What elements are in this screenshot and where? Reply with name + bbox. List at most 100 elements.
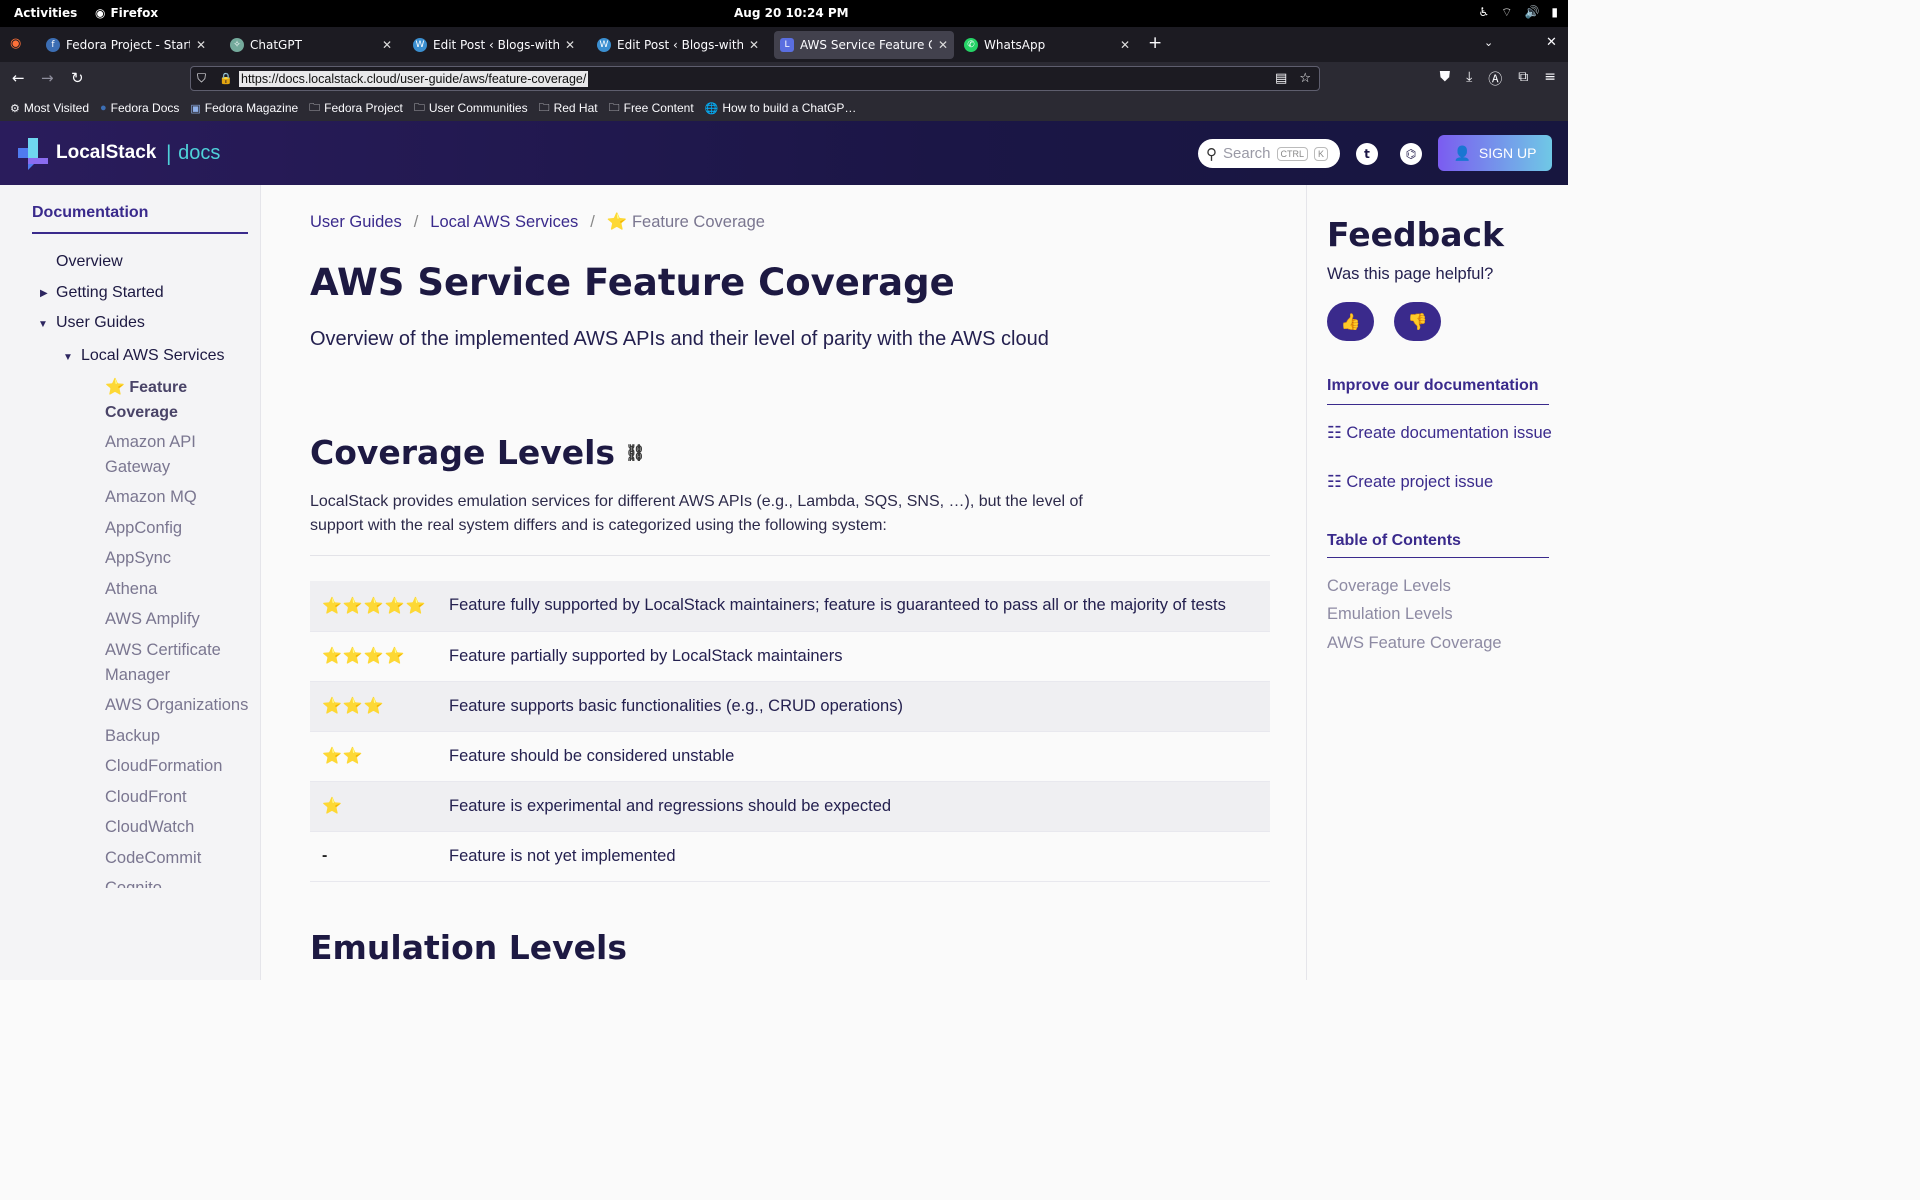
sidebar-item-cloudfront[interactable]: CloudFront — [105, 785, 187, 810]
firefox-view-icon[interactable]: ◉ — [10, 36, 21, 51]
app-menu[interactable]: ◉ Firefox — [95, 6, 158, 20]
caret-down-icon[interactable]: ▼ — [63, 352, 73, 363]
extensions-icon[interactable]: ⧉ — [1518, 69, 1528, 89]
tab-title: Fedora Project - Start Pag — [66, 38, 190, 52]
sidebar-item-athena[interactable]: Athena — [105, 577, 157, 602]
tab-whatsapp[interactable]: ✆ WhatsApp ✕ — [958, 31, 1136, 59]
site-header: LocalStack | docs ⚲ Search CTRL K t ⌬ 👤 … — [0, 121, 1568, 185]
url-bar[interactable]: ⛉ 🔒 https://docs.localstack.cloud/user-g… — [190, 66, 1320, 91]
localstack-logo[interactable]: LocalStack | docs — [16, 136, 220, 170]
wifi-icon[interactable]: ⌔ — [1501, 5, 1512, 20]
docs-sidebar: Documentation Overview ▶ Getting Started… — [0, 185, 261, 980]
toc-item-aws-feature-coverage[interactable]: AWS Feature Coverage — [1327, 634, 1502, 653]
new-tab-icon[interactable]: + — [1148, 33, 1162, 53]
tab-chatgpt[interactable]: ✧ ChatGPT ✕ — [224, 31, 398, 59]
downloads-icon[interactable]: ⤓ — [1466, 69, 1472, 89]
menu-icon[interactable]: ≡ — [1544, 69, 1556, 89]
folder-icon: 🗀 — [309, 101, 321, 114]
system-tray[interactable]: ♿ ⌔ 🔊 ▮ — [1478, 5, 1558, 20]
sidebar-item-backup[interactable]: Backup — [105, 724, 160, 749]
close-tab-icon[interactable]: ✕ — [382, 38, 392, 52]
tab-fedora[interactable]: f Fedora Project - Start Pag ✕ — [40, 31, 212, 59]
sidebar-item-api-gateway[interactable]: Amazon API Gateway — [105, 430, 235, 480]
right-panel: Feedback Was this page helpful? 👍 👎 Impr… — [1306, 185, 1568, 980]
account-icon[interactable]: Ⓐ — [1488, 69, 1502, 89]
reader-view-icon[interactable]: ▤ — [1275, 71, 1287, 86]
sidebar-item-overview[interactable]: Overview — [56, 249, 123, 274]
sidebar-item-codecommit[interactable]: CodeCommit — [105, 846, 201, 871]
twitter-icon[interactable]: t — [1356, 143, 1378, 165]
bookmark-red-hat[interactable]: 🗀 Red Hat — [539, 99, 598, 118]
sidebar-item-aws-organizations[interactable]: AWS Organizations — [105, 693, 248, 718]
system-top-bar: Activities ◉ Firefox Aug 20 10:24 PM ♿ ⌔ … — [0, 0, 1568, 27]
accessibility-icon[interactable]: ♿ — [1478, 5, 1489, 20]
clock[interactable]: Aug 20 10:24 PM — [734, 6, 849, 20]
bookmark-fedora-project[interactable]: 🗀 Fedora Project — [309, 99, 403, 118]
bookmark-user-communities[interactable]: 🗀 User Communities — [414, 99, 528, 118]
pocket-icon[interactable]: ⛊ — [1440, 69, 1451, 89]
toc-item-emulation-levels[interactable]: Emulation Levels — [1327, 605, 1453, 624]
bookmark-chatgpt-guide[interactable]: 🌐 How to build a ChatGP… — [705, 101, 857, 115]
close-tab-icon[interactable]: ✕ — [196, 38, 206, 52]
activities-button[interactable]: Activities — [14, 6, 77, 20]
sidebar-item-local-aws-services[interactable]: Local AWS Services — [81, 343, 224, 368]
tab-edit-post-1[interactable]: W Edit Post ‹ Blogs-with-Ac ✕ — [407, 31, 581, 59]
sidebar-item-cognito[interactable]: Cognito — [105, 876, 162, 888]
sidebar-item-amazon-mq[interactable]: Amazon MQ — [105, 485, 197, 510]
sidebar-item-cloudformation[interactable]: CloudFormation — [105, 754, 222, 779]
checklist-icon: ☷ — [1327, 424, 1342, 442]
sidebar-item-aws-amplify[interactable]: AWS Amplify — [105, 607, 200, 632]
close-tab-icon[interactable]: ✕ — [749, 38, 759, 52]
lock-icon[interactable]: 🔒 — [219, 72, 233, 85]
sign-up-button[interactable]: 👤 SIGN UP — [1438, 135, 1552, 171]
tab-title: AWS Service Feature Cove — [800, 38, 932, 52]
sidebar-item-feature-coverage[interactable]: ⭐ Feature Coverage — [105, 375, 245, 425]
thumbs-down-button[interactable]: 👎 — [1394, 302, 1441, 341]
tab-aws-feature-coverage[interactable]: L AWS Service Feature Cove ✕ — [774, 31, 954, 59]
wordpress-icon: W — [597, 38, 611, 52]
level-description: Feature fully supported by LocalStack ma… — [449, 581, 1270, 632]
close-tab-icon[interactable]: ✕ — [1120, 38, 1130, 52]
thumbs-up-button[interactable]: 👍 — [1327, 302, 1374, 341]
bookmark-star-icon[interactable]: ☆ — [1299, 71, 1311, 86]
battery-icon[interactable]: ▮ — [1551, 5, 1558, 20]
sidebar-item-cloudwatch[interactable]: CloudWatch — [105, 815, 194, 840]
breadcrumb-user-guides[interactable]: User Guides — [310, 213, 402, 232]
star-rating: - — [310, 831, 449, 882]
user-icon: 👤 — [1453, 144, 1471, 161]
sidebar-item-aws-certificate-manager[interactable]: AWS Certificate Manager — [105, 638, 235, 688]
chatgpt-icon: ✧ — [230, 38, 244, 52]
bookmark-free-content[interactable]: 🗀 Free Content — [609, 99, 694, 118]
volume-icon[interactable]: 🔊 — [1524, 5, 1539, 20]
create-doc-issue-link[interactable]: ☷ Create documentation issue — [1327, 421, 1552, 446]
close-tab-icon[interactable]: ✕ — [938, 38, 948, 52]
reload-icon[interactable]: ↻ — [71, 69, 84, 87]
caret-down-icon[interactable]: ▼ — [38, 319, 48, 330]
bookmark-fedora-docs[interactable]: ● Fedora Docs — [100, 101, 179, 115]
github-icon[interactable]: ⌬ — [1400, 143, 1422, 165]
close-tab-icon[interactable]: ✕ — [565, 38, 575, 52]
close-window-icon[interactable]: ✕ — [1546, 35, 1557, 50]
sidebar-item-appsync[interactable]: AppSync — [105, 546, 171, 571]
tab-edit-post-2[interactable]: W Edit Post ‹ Blogs-with-Ac ✕ — [591, 31, 765, 59]
sidebar-item-user-guides[interactable]: User Guides — [56, 310, 145, 335]
breadcrumb-local-aws-services[interactable]: Local AWS Services — [430, 213, 578, 232]
shield-icon[interactable]: ⛉ — [197, 71, 206, 86]
brand-divider: | — [165, 141, 173, 165]
anchor-link-icon[interactable]: ⛓ — [625, 443, 645, 462]
search-input[interactable]: ⚲ Search CTRL K — [1198, 139, 1340, 168]
sidebar-item-getting-started[interactable]: Getting Started — [56, 280, 164, 305]
app-name: Firefox — [110, 6, 159, 20]
bookmark-most-visited[interactable]: ⚙ Most Visited — [10, 101, 89, 115]
sidebar-title[interactable]: Documentation — [32, 204, 148, 222]
back-icon[interactable]: ← — [12, 69, 25, 87]
list-tabs-icon[interactable]: ⌄ — [1484, 36, 1493, 49]
bookmark-fedora-magazine[interactable]: ▣ Fedora Magazine — [190, 101, 298, 115]
forward-icon[interactable]: → — [41, 69, 54, 87]
url-text[interactable]: https://docs.localstack.cloud/user-guide… — [239, 70, 589, 87]
caret-right-icon[interactable]: ▶ — [40, 288, 48, 299]
star-rating: ⭐⭐⭐ — [310, 681, 449, 732]
create-project-issue-link[interactable]: ☷ Create project issue — [1327, 470, 1552, 495]
toc-item-coverage-levels[interactable]: Coverage Levels — [1327, 577, 1451, 596]
sidebar-item-appconfig[interactable]: AppConfig — [105, 516, 182, 541]
